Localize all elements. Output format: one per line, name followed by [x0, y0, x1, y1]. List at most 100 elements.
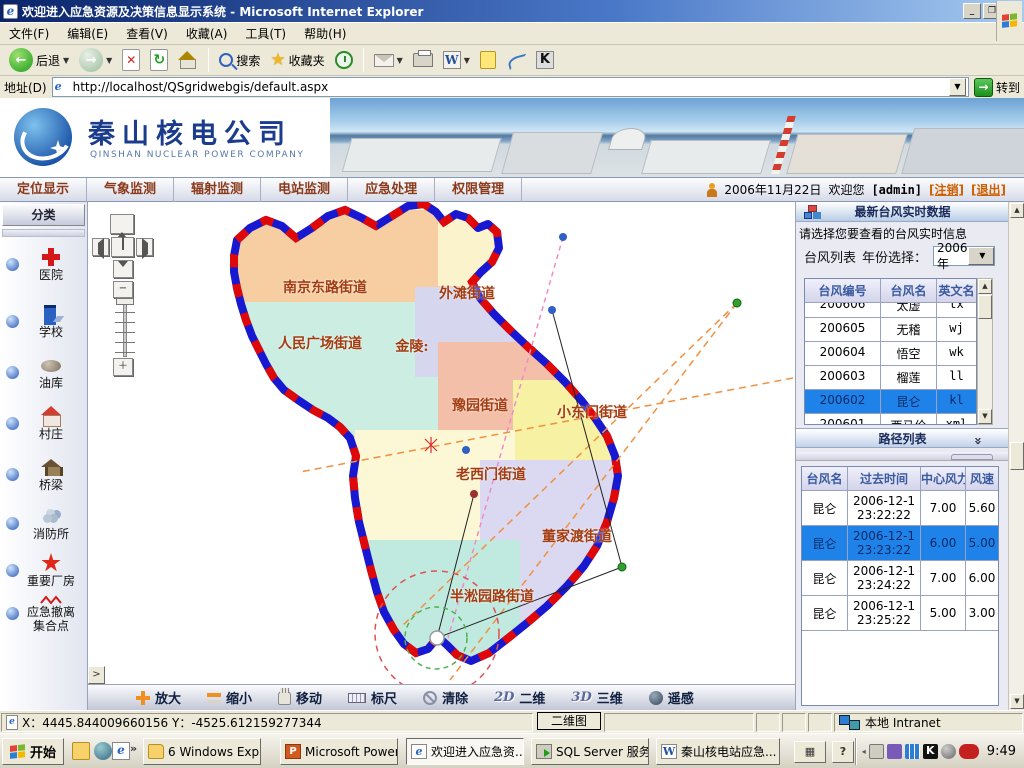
page-scrollbar[interactable]: ▲ ▼ [1008, 202, 1024, 710]
stop-button[interactable]: ✕ [119, 47, 143, 73]
menu-help[interactable]: 帮助(H) [295, 22, 355, 45]
keyboard-layout-button[interactable]: ▦ [794, 741, 826, 763]
sidebar-item-evacuation-point[interactable]: 应急撤离集合点 [0, 594, 87, 633]
exit-link[interactable]: [退出] [971, 181, 1006, 198]
task-sql-server[interactable]: SQL Server 服务... [531, 738, 649, 765]
notes-button[interactable] [477, 49, 499, 71]
table-row[interactable]: 昆仑 2006-12-123:22:22 7.00 5.60 [802, 491, 998, 526]
scroll-up-icon[interactable]: ▲ [1010, 203, 1024, 218]
tray-grid-icon[interactable] [905, 744, 920, 759]
quicklaunch-icon[interactable] [72, 742, 90, 760]
home-button[interactable] [175, 49, 201, 71]
menu-tools[interactable]: 工具(T) [236, 22, 295, 45]
pan-right-button[interactable] [136, 238, 153, 256]
tray-sql-icon[interactable] [869, 744, 884, 759]
tray-expand-icon[interactable]: ◂ [862, 747, 866, 756]
forward-button[interactable]: → ▼ [76, 46, 115, 74]
edit-word-button[interactable]: W▼ [440, 49, 473, 71]
task-ie-emergency[interactable]: e 欢迎进入应急资... [406, 738, 524, 765]
collapse-chevron-icon[interactable]: » [967, 437, 987, 445]
history-button[interactable] [332, 49, 356, 71]
sidebar-item-oil-depot[interactable]: 油库 [0, 355, 87, 390]
ruler-tool[interactable]: 标尺 [348, 688, 397, 707]
quicklaunch-icon[interactable] [94, 742, 112, 760]
scroll-down-icon[interactable]: ▼ [1010, 694, 1024, 709]
refresh-button[interactable]: ↻ [147, 47, 171, 73]
remote-sensing-tool[interactable]: 遥感 [649, 688, 694, 707]
scroll-down-icon[interactable]: ▼ [978, 409, 992, 424]
view-2d-tool[interactable]: 2D二维 [494, 688, 545, 707]
pan-tool[interactable]: 移动 [278, 688, 322, 707]
zoom-out-button[interactable]: − [113, 281, 133, 298]
menu-file[interactable]: 文件(F) [0, 22, 58, 45]
zoom-in-button[interactable]: ＋ [113, 358, 133, 376]
table-row[interactable]: 200601西马伦xml [805, 414, 976, 424]
sidebar-item-hospital[interactable]: 医院 [0, 247, 87, 282]
sidebar-header[interactable]: 分类 [2, 204, 85, 226]
year-select[interactable]: 2006年 ▼ [933, 246, 995, 266]
table-row-selected[interactable]: 200602昆仑kl [805, 390, 976, 414]
tab-locate[interactable]: 定位显示 [0, 178, 87, 202]
menu-view[interactable]: 查看(V) [117, 22, 177, 45]
full-extent-button[interactable] [111, 237, 134, 257]
logout-link[interactable]: [注销] [929, 181, 964, 198]
table-row-selected[interactable]: 昆仑 2006-12-123:23:22 6.00 5.00 [802, 526, 998, 561]
sidebar-item-village[interactable]: 村庄 [0, 406, 87, 441]
favorites-button[interactable]: ★ 收藏夹 [267, 48, 327, 72]
go-button[interactable]: → 转到 [974, 78, 1020, 97]
gis-map[interactable]: 南京东路街道 外滩街道 人民广场街道 金陵: 豫园街道 小东门街道 老西门街道 … [88, 202, 795, 684]
zoom-in-tool[interactable]: 放大 [136, 688, 181, 707]
sidebar-item-fire-station[interactable]: 消防所 [0, 506, 87, 541]
pan-down-button[interactable] [113, 260, 133, 278]
menu-favorites[interactable]: 收藏(A) [177, 22, 237, 45]
tab-emergency[interactable]: 应急处理 [348, 178, 435, 202]
panel-splitter[interactable] [796, 452, 1009, 461]
menu-edit[interactable]: 编辑(E) [58, 22, 117, 45]
view-3d-tool[interactable]: 3D三维 [571, 688, 622, 707]
scroll-up-icon[interactable]: ▲ [978, 279, 992, 294]
task-powerpoint[interactable]: P Microsoft PowerP... [280, 738, 398, 765]
tab-radiation[interactable]: 辐射监测 [174, 178, 261, 202]
table-row[interactable]: 昆仑 2006-12-123:24:22 7.00 6.00 [802, 561, 998, 596]
address-dropdown-icon[interactable]: ▼ [949, 78, 966, 96]
tray-updates-icon[interactable] [887, 744, 902, 759]
table-row[interactable]: 200603榴莲ll [805, 366, 976, 390]
scroll-thumb[interactable] [1010, 442, 1024, 470]
select-dropdown-icon[interactable]: ▼ [968, 247, 994, 265]
table-row[interactable]: 昆仑 2006-12-123:25:22 5.00 3.00 [802, 596, 998, 631]
sidebar-item-school[interactable]: 学校 [0, 304, 87, 339]
tray-kaspersky-icon[interactable]: K [923, 744, 938, 759]
mail-button[interactable]: ▼ [371, 52, 406, 69]
search-button[interactable]: 搜索 [216, 50, 263, 71]
splitter-grip[interactable] [951, 454, 993, 460]
path-list-header[interactable]: 路径列表 » [796, 428, 1009, 448]
sidebar-collapse-button[interactable]: > [88, 666, 105, 684]
pan-left-button[interactable] [92, 238, 109, 256]
help-button[interactable]: ? [832, 741, 854, 763]
table-row[interactable]: 200605无稽wj [805, 318, 976, 342]
tab-weather[interactable]: 气象监测 [87, 178, 174, 202]
quicklaunch-overflow-icon[interactable]: » [130, 742, 137, 755]
messenger-button[interactable] [503, 50, 529, 70]
antivirus-button[interactable]: K [533, 49, 557, 71]
sidebar-item-important-buildings[interactable]: 重要厂房 [0, 553, 87, 588]
task-word-document[interactable]: W 秦山核电站应急... [656, 738, 780, 765]
back-dropdown-icon[interactable]: ▼ [63, 56, 69, 65]
zoom-slider-thumb[interactable] [116, 298, 134, 305]
tray-ati-icon[interactable] [959, 744, 979, 759]
clear-tool[interactable]: 清除 [423, 688, 468, 707]
quicklaunch-ie-icon[interactable]: e [112, 742, 130, 760]
tray-volume-icon[interactable] [941, 744, 956, 759]
tab-permissions[interactable]: 权限管理 [435, 178, 522, 202]
print-button[interactable] [410, 51, 436, 69]
task-windows-explorer[interactable]: 6 Windows Expl...▼ [143, 738, 261, 765]
table-row[interactable]: 200606太虚tx [805, 303, 976, 318]
table-scrollbar[interactable]: ▲ ▼ [977, 278, 993, 425]
back-button[interactable]: ← 后退 ▼ [6, 46, 72, 74]
scroll-thumb[interactable] [978, 295, 992, 319]
start-button[interactable]: 开始 [2, 738, 64, 765]
zoom-out-tool[interactable]: 缩小 [207, 688, 252, 707]
table-row[interactable]: 200604悟空wk [805, 342, 976, 366]
pan-up-button[interactable] [110, 214, 134, 234]
tab-station[interactable]: 电站监测 [261, 178, 348, 202]
